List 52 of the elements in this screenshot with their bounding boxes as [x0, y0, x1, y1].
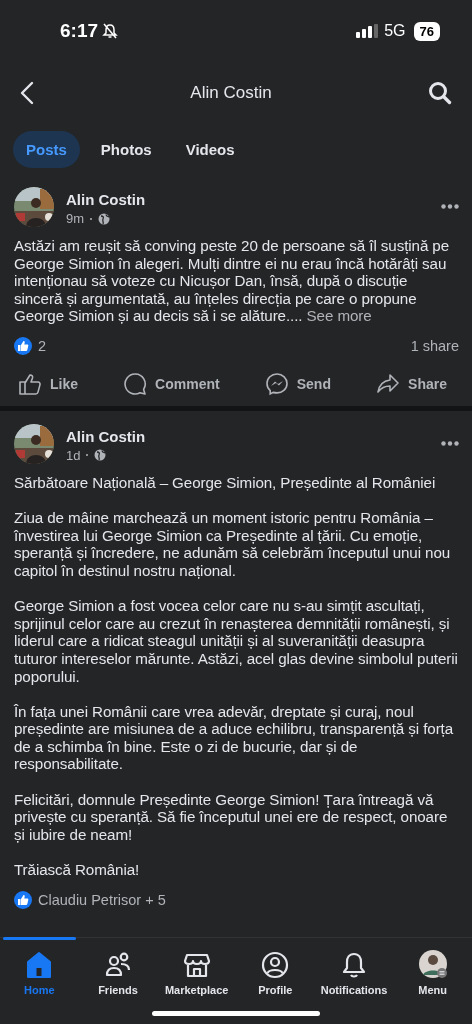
post-text: În fața unei Românii care vrea adevăr, dreptate și curaj, noul președinte are misiunea de a aduce echilibru, transparență și forța de a schimba în bine. Este o zi de bucurie, dar și de responsabilitate. [14, 702, 455, 774]
share-button[interactable]: Share [376, 371, 447, 396]
post-text: Astăzi am reușit să conving peste 20 de persoane să îl susțină pe George Simion în alegeri. Mulți dintre ei nu erau încă hotărâți sau intenționau să voteze cu Nicușor Dan, însă, după o discuție sinceră și argumentată, au înțeles direcția pe care o propune George Simion și au decis să i se alăture.... See more [14, 237, 451, 325]
comment-button[interactable]: Comment [123, 371, 220, 396]
battery-level: 76 [413, 21, 440, 41]
storefront-icon [182, 951, 211, 979]
search-icon[interactable] [428, 81, 452, 105]
bell-icon [340, 951, 368, 979]
send-button[interactable]: Send [264, 371, 331, 396]
avatar-icon [417, 949, 448, 979]
home-icon [25, 951, 54, 979]
post-time: 9m [66, 211, 85, 226]
like-button[interactable]: Like [18, 371, 78, 396]
share-count[interactable]: 1 share [410, 337, 459, 354]
messenger-icon [264, 371, 289, 396]
globe-icon [98, 212, 111, 225]
tab[interactable]: Photos [87, 130, 165, 168]
network-label: 5G [384, 22, 406, 40]
post-text: Felicitări, domnule Președinte George Simion! Țara întreagă vă privește cu speranță. Să fie începutul unei ere de respect, onoare și iubire de neam! [14, 790, 449, 844]
post-time: 1d [66, 447, 81, 463]
post-text: Sărbătoare Națională – George Simion, Președinte al României [14, 473, 437, 492]
post-text: Ziua de mâine marchează un moment istoric pentru România – învestirea lui George Simion ca Președinte al țării. Cu emoție, speranță și încredere, ne adunăm să celebrăm începutul unui nou capitol în destinul nostru național. [14, 509, 452, 580]
nav-tab[interactable]: Friends [78, 938, 158, 1000]
person-circle-icon [261, 951, 290, 979]
share-arrow-icon [376, 371, 401, 396]
like-reaction-icon [14, 890, 32, 909]
nav-tab[interactable]: Home [0, 938, 79, 1000]
reaction-count[interactable]: 2 [38, 337, 47, 354]
signal-icon [356, 24, 379, 38]
nav-tab[interactable]: Marketplace [157, 938, 236, 1000]
nav-tab[interactable]: Profile [236, 938, 315, 1000]
bell-off-icon [102, 23, 119, 39]
see-more-link[interactable]: See more [306, 307, 372, 325]
reaction-count[interactable]: Claudiu Petrisor + 5 [38, 891, 166, 908]
clock: 6:17 [60, 20, 99, 42]
like-reaction-icon [14, 336, 32, 355]
post-text: Trăiască România! [14, 861, 141, 879]
back-icon[interactable] [20, 81, 34, 105]
author-name[interactable]: Alin Costin [66, 427, 429, 445]
people-icon [104, 951, 132, 979]
more-icon[interactable] [441, 440, 459, 446]
thumbs-up-icon [18, 371, 42, 396]
author-name[interactable]: Alin Costin [66, 191, 429, 208]
nav-tab[interactable]: Notifications [314, 938, 394, 1000]
nav-tab[interactable]: Menu [393, 938, 472, 1000]
page-title: Alin Costin [189, 83, 273, 103]
post-text: George Simion a fost vocea celor care nu s-au simțit ascultați, sprijinul celor care au crezut în renașterea demnității românești, și liderul care a ridicat steagul unității și al suveranității deasupra tuturor intereselor mărunte. Astăzi, acel glas devine simbolul puterii poporului. [14, 597, 459, 686]
tab[interactable]: Videos [172, 130, 248, 168]
speech-bubble-icon [123, 371, 148, 396]
globe-icon [94, 449, 107, 462]
tab[interactable]: Posts [13, 130, 80, 168]
more-icon[interactable] [441, 204, 459, 209]
